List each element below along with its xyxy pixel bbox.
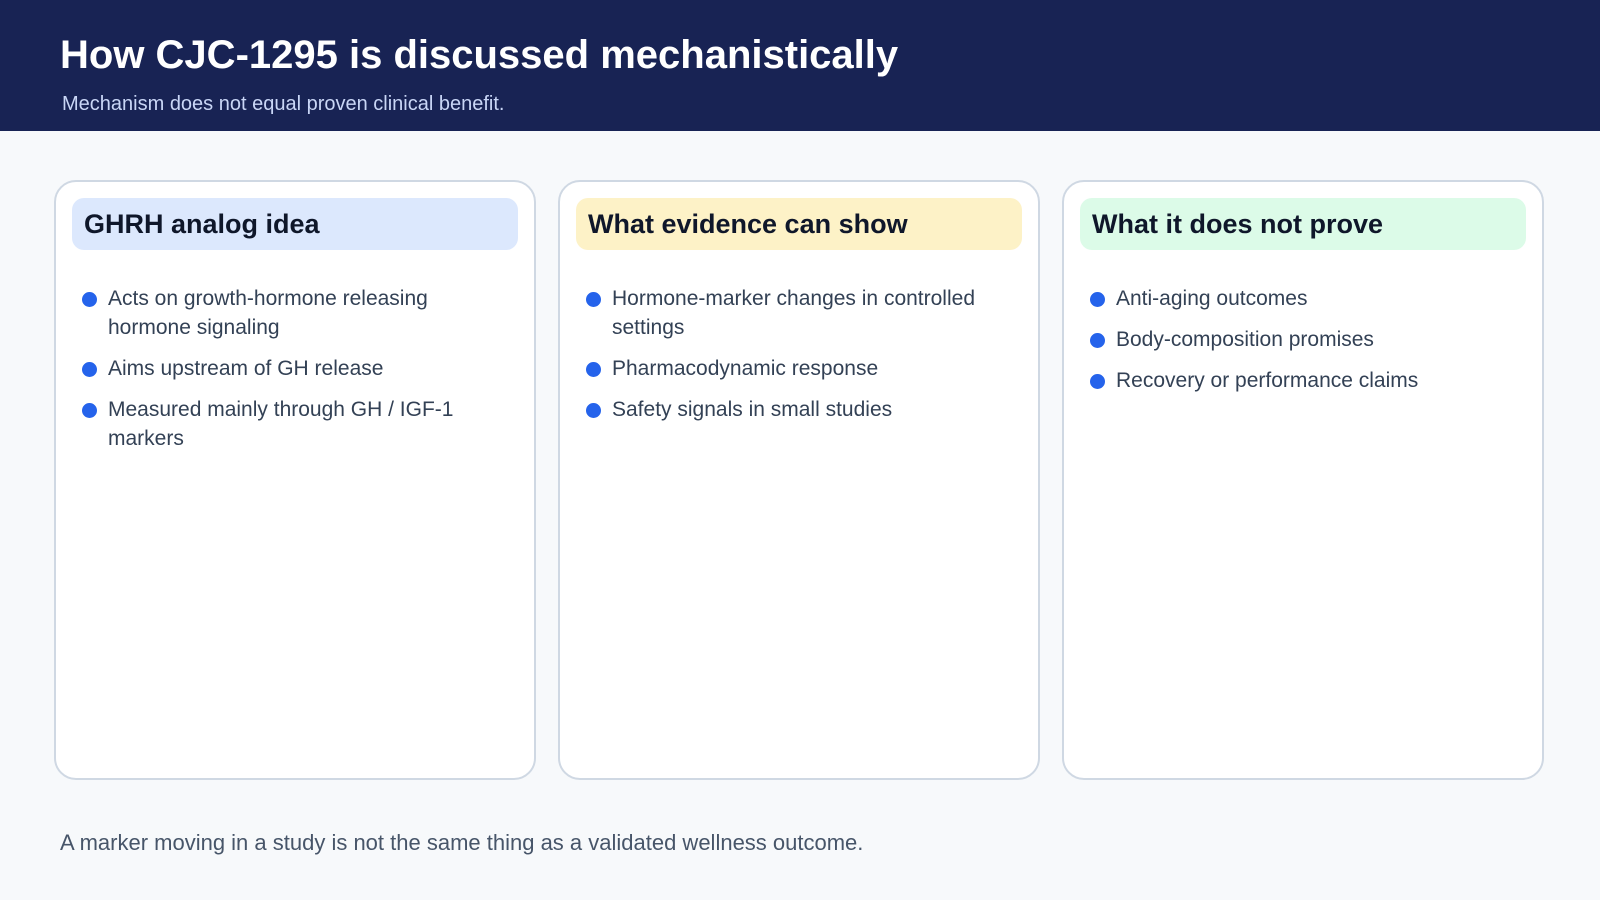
card-what-it-does-not-prove: What it does not prove Anti-aging outcom… [1062, 180, 1544, 780]
card-what-evidence-can-show: What evidence can show Hormone-marker ch… [558, 180, 1040, 780]
list-item-text: Anti-aging outcomes [1116, 287, 1308, 310]
list-item: Safety signals in small studies [586, 395, 1006, 424]
list-item-text: Aims upstream of GH release [108, 357, 384, 380]
bullet-list: Hormone-marker changes in controlled set… [586, 284, 1006, 436]
bullet-dot-icon [1090, 292, 1105, 307]
bullet-dot-icon [82, 292, 97, 307]
list-item-text: Pharmacodynamic response [612, 357, 879, 380]
card-title: What evidence can show [588, 208, 908, 239]
bullet-dot-icon [586, 292, 601, 307]
header-banner: How CJC-1295 is discussed mechanisticall… [0, 0, 1600, 131]
bullet-dot-icon [586, 362, 601, 377]
list-item: Body-composition promises [1090, 325, 1510, 354]
bullet-dot-icon [1090, 374, 1105, 389]
list-item: Recovery or performance claims [1090, 366, 1510, 395]
bullet-dot-icon [586, 403, 601, 418]
list-item: Measured mainly through GH / IGF-1 marke… [82, 395, 502, 453]
footer-note: A marker moving in a study is not the sa… [60, 830, 864, 855]
bullet-dot-icon [82, 403, 97, 418]
bullet-list: Acts on growth-hormone releasing hormone… [82, 284, 502, 465]
bullet-dot-icon [82, 362, 97, 377]
list-item-text: Safety signals in small studies [612, 398, 893, 421]
list-item: Acts on growth-hormone releasing hormone… [82, 284, 502, 342]
bullet-list: Anti-aging outcomes Body-composition pro… [1090, 284, 1510, 407]
card-title: What it does not prove [1092, 208, 1384, 239]
list-item-text: Recovery or performance claims [1116, 369, 1419, 392]
card-header: What it does not prove [1080, 198, 1526, 250]
list-item: Anti-aging outcomes [1090, 284, 1510, 313]
list-item-text: Acts on growth-hormone releasing hormone… [108, 287, 428, 339]
bullet-dot-icon [1090, 333, 1105, 348]
list-item: Hormone-marker changes in controlled set… [586, 284, 1006, 342]
card-title: GHRH analog idea [84, 208, 320, 239]
list-item-text: Hormone-marker changes in controlled set… [612, 287, 975, 339]
list-item-text: Body-composition promises [1116, 328, 1374, 351]
list-item: Aims upstream of GH release [82, 354, 502, 383]
slide: How CJC-1295 is discussed mechanisticall… [0, 0, 1600, 900]
page-title: How CJC-1295 is discussed mechanisticall… [60, 33, 899, 77]
list-item: Pharmacodynamic response [586, 354, 1006, 383]
page-subtitle: Mechanism does not equal proven clinical… [62, 93, 505, 115]
list-item-text: Measured mainly through GH / IGF-1 marke… [108, 398, 454, 450]
card-header: GHRH analog idea [72, 198, 518, 250]
card-header: What evidence can show [576, 198, 1022, 250]
card-ghrh-analog-idea: GHRH analog idea Acts on growth-hormone … [54, 180, 536, 780]
